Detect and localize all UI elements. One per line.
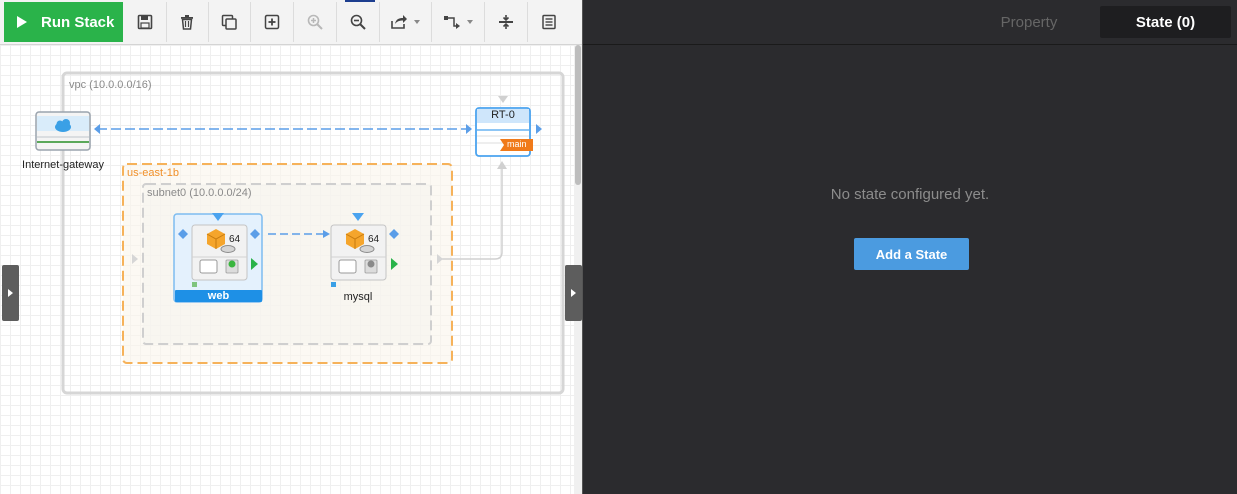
scrollbar-thumb[interactable] [575, 45, 581, 185]
duplicate-icon [221, 14, 237, 30]
tab-property[interactable]: Property [988, 6, 1070, 38]
subnet-label: subnet0 (10.0.0.0/24) [147, 187, 252, 199]
list-button[interactable] [527, 2, 570, 42]
duplicate-button[interactable] [208, 2, 251, 42]
toolbar: Run Stack [0, 0, 582, 45]
zoom-out-button[interactable] [336, 2, 380, 42]
vpc-label: vpc (10.0.0.0/16) [69, 79, 152, 91]
connection-style-icon [443, 16, 460, 29]
az-label: us-east-1b [127, 167, 179, 179]
zoom-in-icon [307, 14, 323, 30]
design-canvas-pane: Run Stack vpc (10.0.0.0/16) us-east-1b s… [0, 0, 583, 494]
save-icon [137, 14, 152, 30]
route-table-label: RT-0 [491, 109, 515, 121]
chevron-right-icon [571, 289, 576, 297]
instance-mysql-label: mysql [343, 291, 373, 303]
add-icon [264, 14, 279, 30]
export-button[interactable] [379, 2, 432, 42]
play-icon [17, 16, 27, 28]
state-panel: Property State (0) No state configured y… [583, 0, 1237, 494]
internet-gateway-label: Internet-gateway [22, 159, 104, 171]
web-arch-badge: 64 [229, 234, 241, 245]
collapse-button[interactable] [484, 2, 528, 42]
delete-button[interactable] [166, 2, 209, 42]
left-panel-toggle[interactable] [2, 265, 19, 321]
tab-state[interactable]: State (0) [1100, 6, 1231, 38]
chevron-down-icon [414, 20, 420, 24]
add-button[interactable] [250, 2, 294, 42]
zoom-out-icon [350, 14, 366, 30]
internet-gateway-node [35, 111, 91, 151]
mysql-arch-badge: 64 [368, 234, 380, 245]
diagram-canvas[interactable]: vpc (10.0.0.0/16) us-east-1b subnet0 (10… [0, 45, 574, 494]
panel-tabs: Property State (0) [583, 0, 1237, 45]
instance-web-label: web [207, 290, 230, 302]
list-icon [541, 14, 556, 30]
run-stack-label: Run Stack [41, 13, 115, 31]
run-stack-button[interactable]: Run Stack [4, 2, 123, 42]
zoom-in-button[interactable] [293, 2, 337, 42]
save-button[interactable] [123, 2, 167, 42]
export-icon [391, 15, 407, 29]
add-state-button[interactable]: Add a State [854, 238, 969, 270]
delete-icon [181, 15, 193, 30]
right-panel-toggle[interactable] [565, 265, 582, 321]
chevron-down-icon [466, 20, 473, 24]
chevron-right-icon [8, 289, 13, 297]
instance-web-node [173, 213, 263, 303]
empty-state-message: No state configured yet. [830, 186, 990, 203]
connection-style-button[interactable] [431, 2, 485, 42]
collapse-icon [498, 15, 513, 29]
route-table-main-badge: main [507, 139, 527, 149]
